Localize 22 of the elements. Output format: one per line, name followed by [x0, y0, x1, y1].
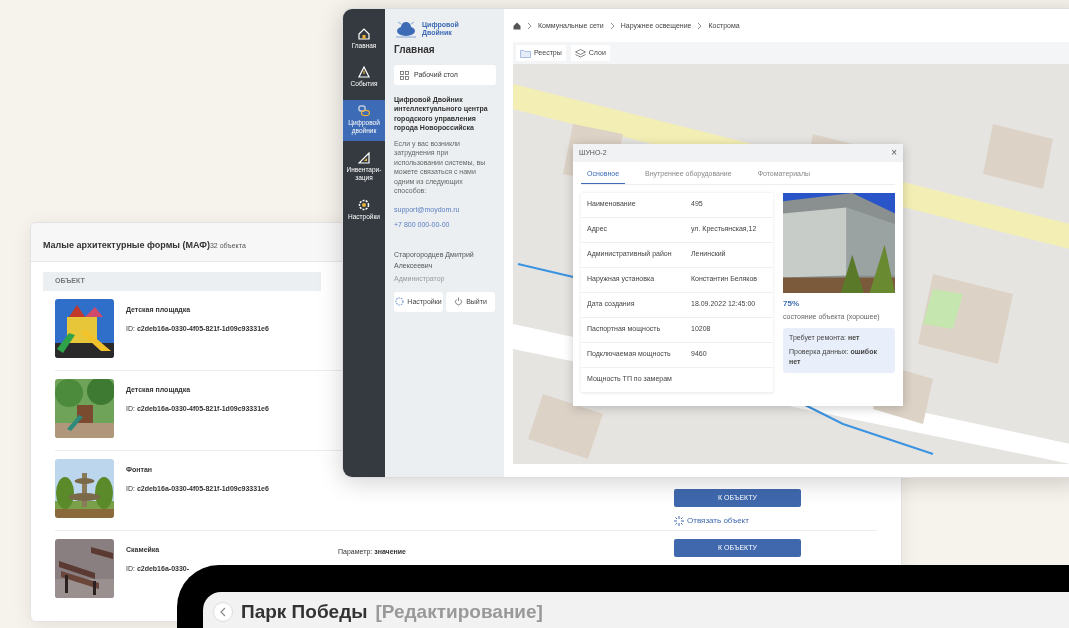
panel-heading: Главная — [394, 43, 436, 57]
settings-icon — [395, 297, 405, 307]
unlink-link[interactable]: Отвязать объект — [674, 515, 802, 527]
settings-icon — [358, 198, 370, 211]
home-icon — [513, 22, 521, 30]
back-button[interactable] — [213, 602, 233, 622]
edit-mode-label: [Редактирование] — [375, 602, 543, 622]
unlink-icon — [674, 516, 684, 526]
chevron-left-icon — [220, 607, 226, 617]
ruler-icon — [358, 151, 370, 164]
chevron-icon — [697, 22, 703, 30]
cloud-logo-icon — [394, 19, 418, 39]
power-icon — [454, 297, 464, 307]
chevron-icon — [527, 22, 532, 30]
page-title: Парк Победы — [241, 602, 368, 622]
warning-icon — [358, 66, 370, 79]
home-icon — [358, 28, 370, 40]
folder-icon — [520, 48, 531, 58]
grid-icon — [400, 70, 409, 80]
chevron-icon — [609, 22, 615, 30]
layers-icon — [574, 48, 586, 58]
card-title: Малые архитектурные формы (МАФ) — [43, 239, 210, 252]
